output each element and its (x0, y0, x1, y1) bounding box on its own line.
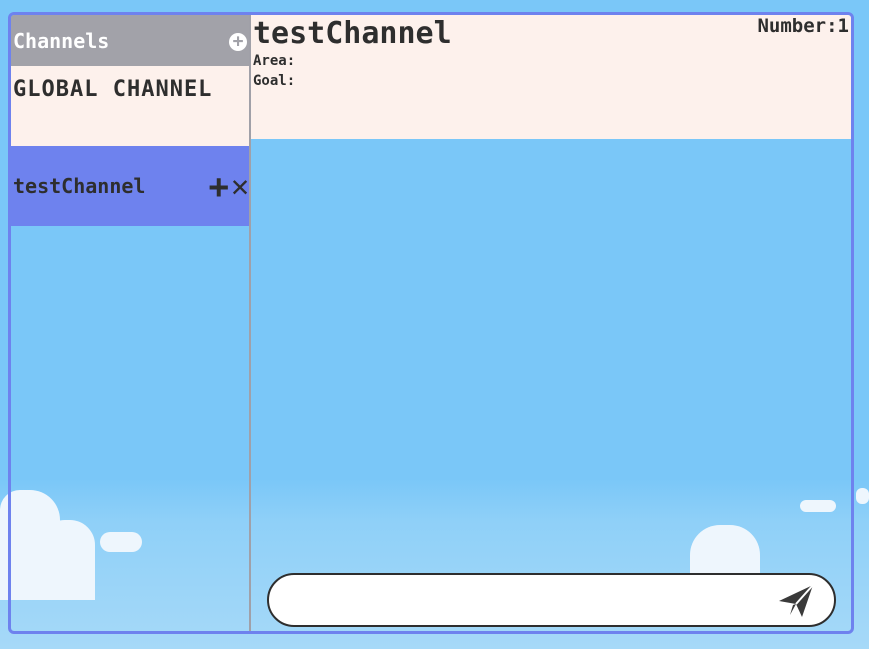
channel-label: testChannel (13, 174, 146, 198)
plus-circle-icon[interactable]: + (229, 32, 247, 51)
channel-actions: + ✕ (208, 170, 249, 204)
sidebar-title: Channels (13, 28, 110, 53)
plus-icon[interactable]: + (208, 170, 228, 204)
channel-item-global[interactable]: GLOBAL CHANNEL (11, 66, 249, 146)
goal-label: Goal: (253, 73, 296, 89)
channel-item-testchannel[interactable]: testChannel + ✕ (11, 146, 249, 226)
sidebar-header: Channels + (11, 15, 249, 66)
cloud-far-right (856, 488, 869, 504)
message-composer (267, 573, 836, 627)
number-count: Number:1 (757, 15, 849, 37)
message-input[interactable] (287, 583, 771, 619)
paper-plane-icon[interactable] (776, 581, 816, 621)
channel-info-panel: testChannel Area: Goal: Number:1 (251, 15, 851, 139)
app-window: Channels + GLOBAL CHANNEL testChannel + … (8, 12, 854, 634)
area-label: Area: (253, 53, 296, 69)
close-icon[interactable]: ✕ (231, 172, 249, 202)
channel-sidebar: Channels + GLOBAL CHANNEL testChannel + … (11, 15, 251, 631)
channel-label: GLOBAL CHANNEL (13, 77, 213, 102)
